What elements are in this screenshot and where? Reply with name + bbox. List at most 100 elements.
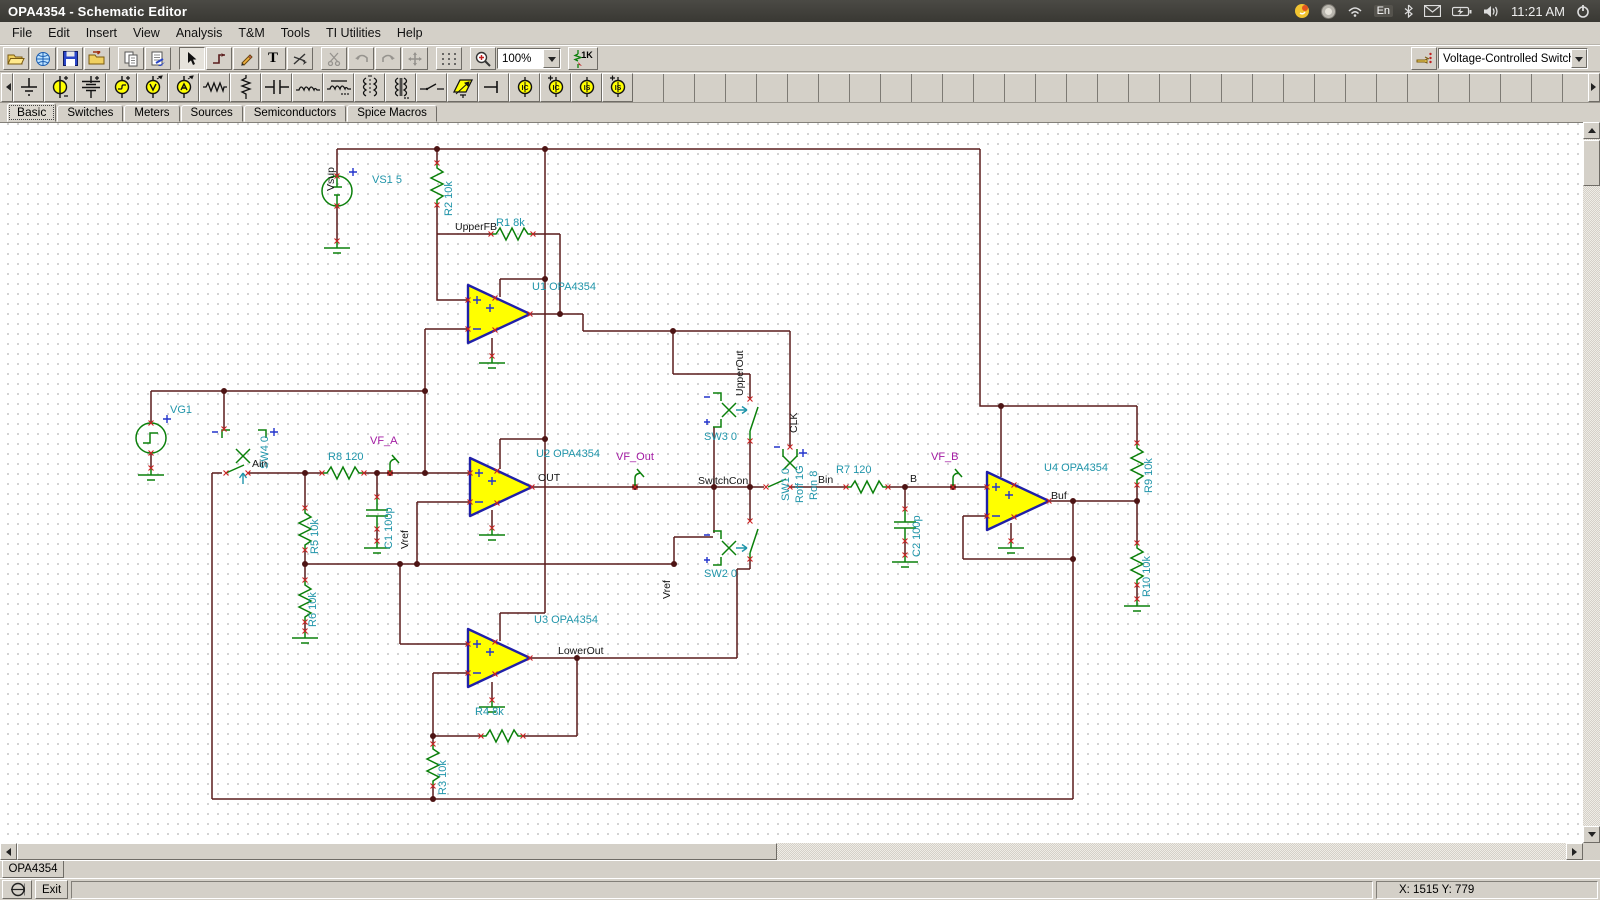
wifi-icon[interactable] bbox=[1347, 5, 1363, 17]
zoom-level-combo[interactable]: 100% bbox=[497, 48, 561, 69]
menu-ti-utilities[interactable]: TI Utilities bbox=[318, 23, 389, 43]
dimension-tool-button[interactable] bbox=[287, 47, 313, 70]
label-r4[interactable]: R4 8k bbox=[475, 706, 504, 718]
cut-button[interactable] bbox=[321, 47, 347, 70]
palette-voltmeter[interactable] bbox=[137, 73, 168, 102]
opamp-u4[interactable] bbox=[985, 472, 1052, 553]
paste-button[interactable] bbox=[145, 47, 171, 70]
label-sw3[interactable]: SW3 0 bbox=[704, 431, 737, 443]
opamp-u2[interactable] bbox=[468, 458, 535, 540]
find-component-button[interactable] bbox=[1411, 47, 1437, 70]
vertical-scroll-thumb[interactable] bbox=[1583, 140, 1600, 186]
label-r7[interactable]: R7 120 bbox=[836, 464, 871, 476]
label-r6[interactable]: R6 10k bbox=[307, 592, 319, 627]
label-sw2[interactable]: SW2 0 bbox=[704, 568, 737, 580]
label-switchcon[interactable]: SwitchCon bbox=[698, 475, 748, 487]
label-vref-sw[interactable]: Vref bbox=[661, 580, 673, 599]
sheet-tab-opa4354[interactable]: OPA4354 bbox=[2, 861, 64, 878]
resistor-r8[interactable] bbox=[320, 467, 367, 479]
component-value-tool-button[interactable]: 1K bbox=[568, 47, 598, 70]
net-labels[interactable]: Vsup UpperFB Ain Vref OUT UpperOut CLK S… bbox=[252, 167, 1067, 657]
zoom-dropdown-arrow[interactable] bbox=[543, 49, 560, 68]
label-r8[interactable]: R8 120 bbox=[328, 451, 363, 463]
menu-edit[interactable]: Edit bbox=[40, 23, 78, 43]
label-out[interactable]: OUT bbox=[538, 472, 561, 484]
label-u3[interactable]: U3 OPA4354 bbox=[534, 614, 598, 626]
tab-meters[interactable]: Meters bbox=[124, 105, 179, 122]
palette-voltage-generator[interactable] bbox=[106, 73, 137, 102]
resistor-r9[interactable] bbox=[1131, 441, 1143, 488]
volume-icon[interactable] bbox=[1483, 5, 1500, 18]
session-power-icon[interactable] bbox=[1576, 4, 1590, 18]
save-button[interactable] bbox=[57, 47, 83, 70]
resistor-r4[interactable] bbox=[479, 730, 526, 742]
menu-view[interactable]: View bbox=[125, 23, 168, 43]
label-clk[interactable]: CLK bbox=[788, 413, 800, 433]
label-roff[interactable]: Roff 1G bbox=[794, 465, 806, 503]
label-c2[interactable]: C2 100p bbox=[911, 515, 923, 557]
label-vf-a[interactable]: VF_A bbox=[370, 435, 398, 447]
clock[interactable]: 11:21 AM bbox=[1511, 4, 1565, 19]
label-vf-b[interactable]: VF_B bbox=[931, 451, 959, 463]
scroll-down-button[interactable] bbox=[1583, 826, 1600, 843]
vertical-scrollbar[interactable] bbox=[1583, 122, 1600, 843]
palette-inductor-core[interactable] bbox=[323, 73, 354, 102]
menu-tm[interactable]: T&M bbox=[230, 23, 272, 43]
palette-ic-source[interactable]: IC bbox=[509, 73, 540, 102]
label-upperout[interactable]: UpperOut bbox=[734, 350, 746, 396]
palette-scroll-left[interactable] bbox=[1, 73, 13, 102]
palette-ground[interactable] bbox=[13, 73, 44, 102]
label-upperfb[interactable]: UpperFB bbox=[455, 221, 497, 233]
label-ain[interactable]: Ain bbox=[252, 458, 267, 470]
palette-ammeter[interactable] bbox=[168, 73, 199, 102]
exit-button[interactable]: Exit bbox=[35, 880, 68, 899]
app-tray-icon[interactable] bbox=[1321, 4, 1336, 19]
label-u1[interactable]: U1 OPA4354 bbox=[532, 281, 596, 293]
schematic-drawing[interactable]: VS1 5 R2 10k R1 8k U1 OPA4354 VG1 SW4 0 … bbox=[0, 123, 1583, 843]
palette-resistor[interactable] bbox=[199, 73, 230, 102]
tab-sources[interactable]: Sources bbox=[181, 105, 243, 122]
component-selector-arrow[interactable] bbox=[1571, 49, 1587, 68]
palette-coupled-inductors[interactable] bbox=[354, 73, 385, 102]
open-from-web-button[interactable] bbox=[30, 47, 56, 70]
editor-mode-button[interactable] bbox=[2, 880, 32, 899]
pencil-tool-button[interactable] bbox=[233, 47, 259, 70]
wire-tool-button[interactable] bbox=[206, 47, 232, 70]
label-lowerout[interactable]: LowerOut bbox=[558, 645, 604, 657]
horizontal-scroll-thumb[interactable] bbox=[17, 843, 777, 860]
tab-spice-macros[interactable]: Spice Macros bbox=[347, 105, 437, 122]
label-r10[interactable]: R10 10k bbox=[1141, 556, 1153, 597]
label-vg1[interactable]: VG1 bbox=[170, 404, 192, 416]
label-sw1[interactable]: SW1 0 bbox=[780, 468, 792, 501]
palette-scroll-right[interactable] bbox=[1588, 73, 1600, 102]
menu-tools[interactable]: Tools bbox=[273, 23, 318, 43]
move-tool-button[interactable] bbox=[402, 47, 428, 70]
tab-switches[interactable]: Switches bbox=[57, 105, 123, 122]
label-vs1[interactable]: VS1 5 bbox=[372, 174, 402, 186]
component-selector-combo[interactable]: Voltage-Controlled Switch bbox=[1438, 48, 1588, 69]
palette-transformer[interactable] bbox=[385, 73, 416, 102]
copy-button[interactable] bbox=[118, 47, 144, 70]
palette-battery[interactable] bbox=[75, 73, 106, 102]
zoom-tool-button[interactable] bbox=[470, 47, 496, 70]
menu-file[interactable]: File bbox=[4, 23, 40, 43]
keyboard-layout-indicator[interactable]: En bbox=[1374, 5, 1393, 17]
open-macro-button[interactable] bbox=[84, 47, 110, 70]
label-r1[interactable]: R1 8k bbox=[496, 217, 525, 229]
horizontal-scrollbar[interactable] bbox=[0, 843, 1600, 860]
open-file-button[interactable] bbox=[3, 47, 29, 70]
palette-jumper[interactable] bbox=[478, 73, 509, 102]
label-u4[interactable]: U4 OPA4354 bbox=[1044, 462, 1108, 474]
vg1-generator[interactable] bbox=[136, 415, 171, 480]
palette-resistor-vertical[interactable] bbox=[230, 73, 261, 102]
switch-sw2[interactable] bbox=[704, 519, 758, 566]
text-tool-button[interactable]: T bbox=[260, 47, 286, 70]
palette-voltage-source[interactable] bbox=[44, 73, 75, 102]
label-b[interactable]: B bbox=[910, 473, 917, 485]
label-r2[interactable]: R2 10k bbox=[443, 181, 455, 216]
tab-basic[interactable]: Basic bbox=[7, 103, 56, 122]
palette-ic-source-plus[interactable]: IC bbox=[540, 73, 571, 102]
redo-button[interactable] bbox=[375, 47, 401, 70]
bluetooth-icon[interactable] bbox=[1404, 4, 1413, 18]
palette-switch[interactable] bbox=[416, 73, 447, 102]
